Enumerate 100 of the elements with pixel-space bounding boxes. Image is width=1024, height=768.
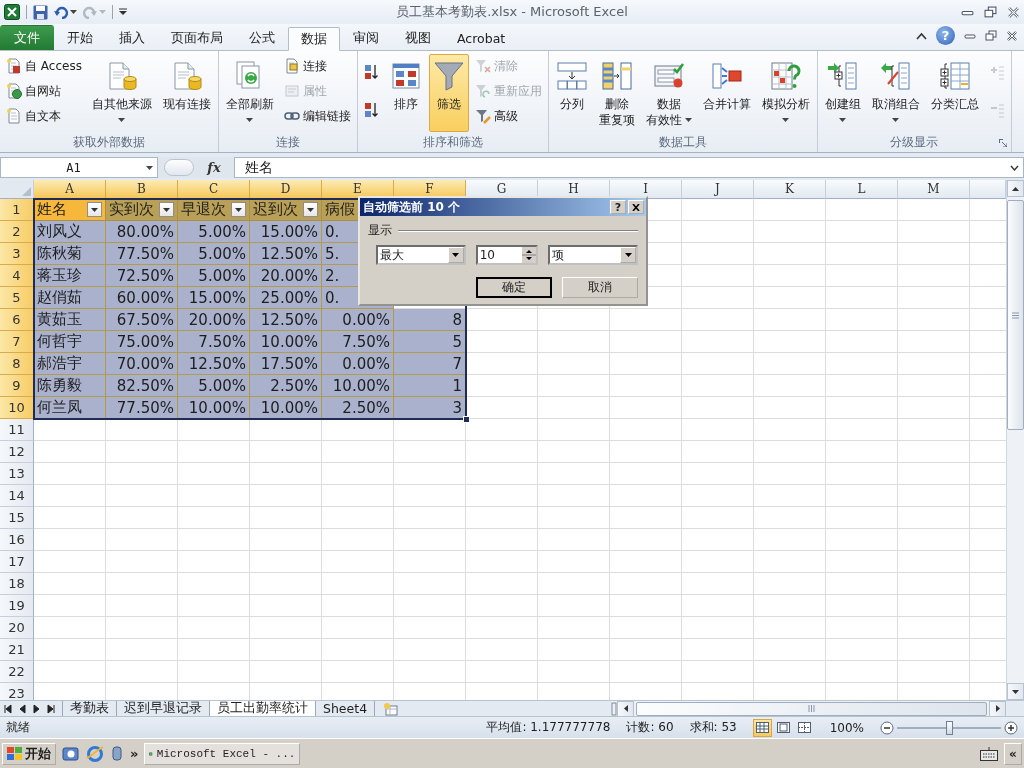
scroll-right-button[interactable] <box>989 700 1006 717</box>
row-number[interactable]: 9 <box>0 375 34 397</box>
row-number[interactable]: 20 <box>0 617 34 639</box>
row-number[interactable]: 18 <box>0 573 34 595</box>
help-button[interactable]: ? <box>610 200 626 214</box>
close-button[interactable] <box>628 200 644 214</box>
ribbon-button[interactable]: 分列 <box>551 54 592 132</box>
ribbon-button[interactable]: 数据 有效性 <box>641 54 696 132</box>
next-sheet-icon[interactable] <box>32 703 41 714</box>
scroll-left-button[interactable] <box>617 700 634 717</box>
split-handle[interactable] <box>611 701 617 716</box>
ribbon-button[interactable]: 删除 重复项 <box>594 54 639 132</box>
scroll-down-button[interactable] <box>1007 683 1024 700</box>
ribbon-tab[interactable]: 数据 <box>288 27 340 51</box>
row-number[interactable]: 17 <box>0 551 34 573</box>
dropdown-button[interactable] <box>620 247 636 263</box>
row-number[interactable]: 12 <box>0 441 34 463</box>
row-number[interactable]: 14 <box>0 485 34 507</box>
row-number[interactable]: 5 <box>0 287 34 309</box>
launcher-icon[interactable] <box>998 139 1007 147</box>
sheet-tab[interactable]: 员工出勤率统计 <box>209 700 316 717</box>
row-number[interactable]: 1 <box>0 199 34 221</box>
row-number[interactable]: 15 <box>0 507 34 529</box>
zoom-slider[interactable] <box>897 720 1001 735</box>
zoom-level[interactable]: 100% <box>829 720 864 735</box>
row-number[interactable]: 8 <box>0 353 34 375</box>
ribbon-button[interactable]: 自其他来源 <box>87 54 156 132</box>
collapse-ribbon-icon[interactable] <box>916 31 927 40</box>
row-number[interactable]: 16 <box>0 529 34 551</box>
first-sheet-icon[interactable] <box>4 703 13 714</box>
ribbon-button[interactable]: 自网站 <box>3 79 85 103</box>
scroll-thumb[interactable] <box>1007 200 1024 430</box>
ribbon-tab[interactable]: 开始 <box>54 26 106 50</box>
dialog-button[interactable]: 取消 <box>562 277 638 298</box>
ribbon-button[interactable]: 取消组合 <box>867 54 924 132</box>
ribbon-button[interactable]: 连接 <box>280 54 354 78</box>
insert-function-button[interactable]: fx <box>194 160 234 175</box>
column-letter[interactable]: J <box>682 180 754 199</box>
customize-caret-icon[interactable] <box>119 8 127 16</box>
row-number[interactable]: 6 <box>0 309 34 331</box>
previous-sheet-icon[interactable] <box>18 703 27 714</box>
row-number[interactable]: 7 <box>0 331 34 353</box>
dialog-button[interactable]: 确定 <box>476 277 552 298</box>
ribbon-button[interactable]: 高级 <box>471 104 545 128</box>
restore-icon[interactable] <box>984 5 997 19</box>
row-number[interactable]: 3 <box>0 243 34 265</box>
filter-button[interactable] <box>303 202 318 217</box>
ribbon-button[interactable]: 筛选 <box>428 54 469 132</box>
dropdown[interactable]: 项 <box>548 245 638 265</box>
zoom-out-icon[interactable] <box>880 720 894 735</box>
filter-button[interactable] <box>87 202 102 217</box>
scroll-thumb[interactable] <box>636 701 987 716</box>
splitter-handle[interactable] <box>164 159 194 176</box>
save-icon[interactable] <box>33 4 48 20</box>
undo-icon[interactable] <box>54 5 68 19</box>
zoom-in-icon[interactable] <box>1004 720 1018 735</box>
tray-toggle-button[interactable]: « <box>1004 742 1022 765</box>
taskbar-button[interactable]: Microsoft Excel - ... <box>144 742 301 765</box>
close-icon[interactable] <box>1006 29 1018 42</box>
expand-icon[interactable] <box>1010 164 1019 171</box>
ribbon-button[interactable]: 排序 <box>385 54 426 132</box>
ribbon-tab[interactable]: 视图 <box>392 26 444 50</box>
row-number[interactable]: 11 <box>0 419 34 441</box>
ribbon-button[interactable]: 分类汇总 <box>926 54 983 132</box>
view-button[interactable] <box>752 718 772 737</box>
slider-thumb[interactable] <box>946 720 953 735</box>
spreadsheet-logo-icon[interactable] <box>4 4 20 20</box>
close-icon[interactable] <box>1007 5 1020 19</box>
column-letter[interactable]: M <box>898 180 970 199</box>
filter-button[interactable] <box>231 202 246 217</box>
dropdown-button[interactable] <box>447 247 464 263</box>
ribbon-button[interactable]: 自文本 <box>3 104 85 128</box>
ribbon-button[interactable]: 全部刷新 <box>221 54 278 132</box>
ribbon-button[interactable]: 现有连接 <box>158 54 215 132</box>
row-number[interactable]: 2 <box>0 221 34 243</box>
toolbar-chevron[interactable]: » <box>130 746 139 761</box>
name-box[interactable]: A1 <box>0 157 158 178</box>
ribbon-button[interactable]: 模拟分析 <box>757 54 814 132</box>
keyboard-icon[interactable] <box>980 746 998 761</box>
ribbon-tab[interactable]: 审阅 <box>340 26 392 50</box>
formula-field[interactable]: 姓名 <box>234 157 1024 178</box>
dropdown[interactable]: 最大 <box>376 245 466 265</box>
spin-field[interactable]: 10 <box>475 245 539 265</box>
row-number[interactable]: 22 <box>0 661 34 683</box>
ribbon-button[interactable]: 创建组 <box>820 54 865 132</box>
desktop-icon[interactable] <box>62 744 80 763</box>
scroll-up-button[interactable] <box>1007 180 1024 197</box>
row-number[interactable]: 19 <box>0 595 34 617</box>
filter-button[interactable] <box>159 202 174 217</box>
column-letter[interactable]: L <box>826 180 898 199</box>
restore-icon[interactable] <box>985 29 997 42</box>
media-player-icon[interactable] <box>110 744 124 763</box>
column-letter[interactable]: K <box>754 180 826 199</box>
ribbon-tab[interactable]: 页面布局 <box>158 26 236 50</box>
spin-arrows-icon[interactable] <box>522 247 537 263</box>
ribbon-button[interactable]: 自 Access <box>3 54 85 78</box>
row-number[interactable]: 13 <box>0 463 34 485</box>
ribbon-button[interactable]: 编辑链接 <box>280 104 354 128</box>
row-number[interactable]: 10 <box>0 397 34 419</box>
ribbon-tab[interactable]: 文件 <box>0 25 54 50</box>
